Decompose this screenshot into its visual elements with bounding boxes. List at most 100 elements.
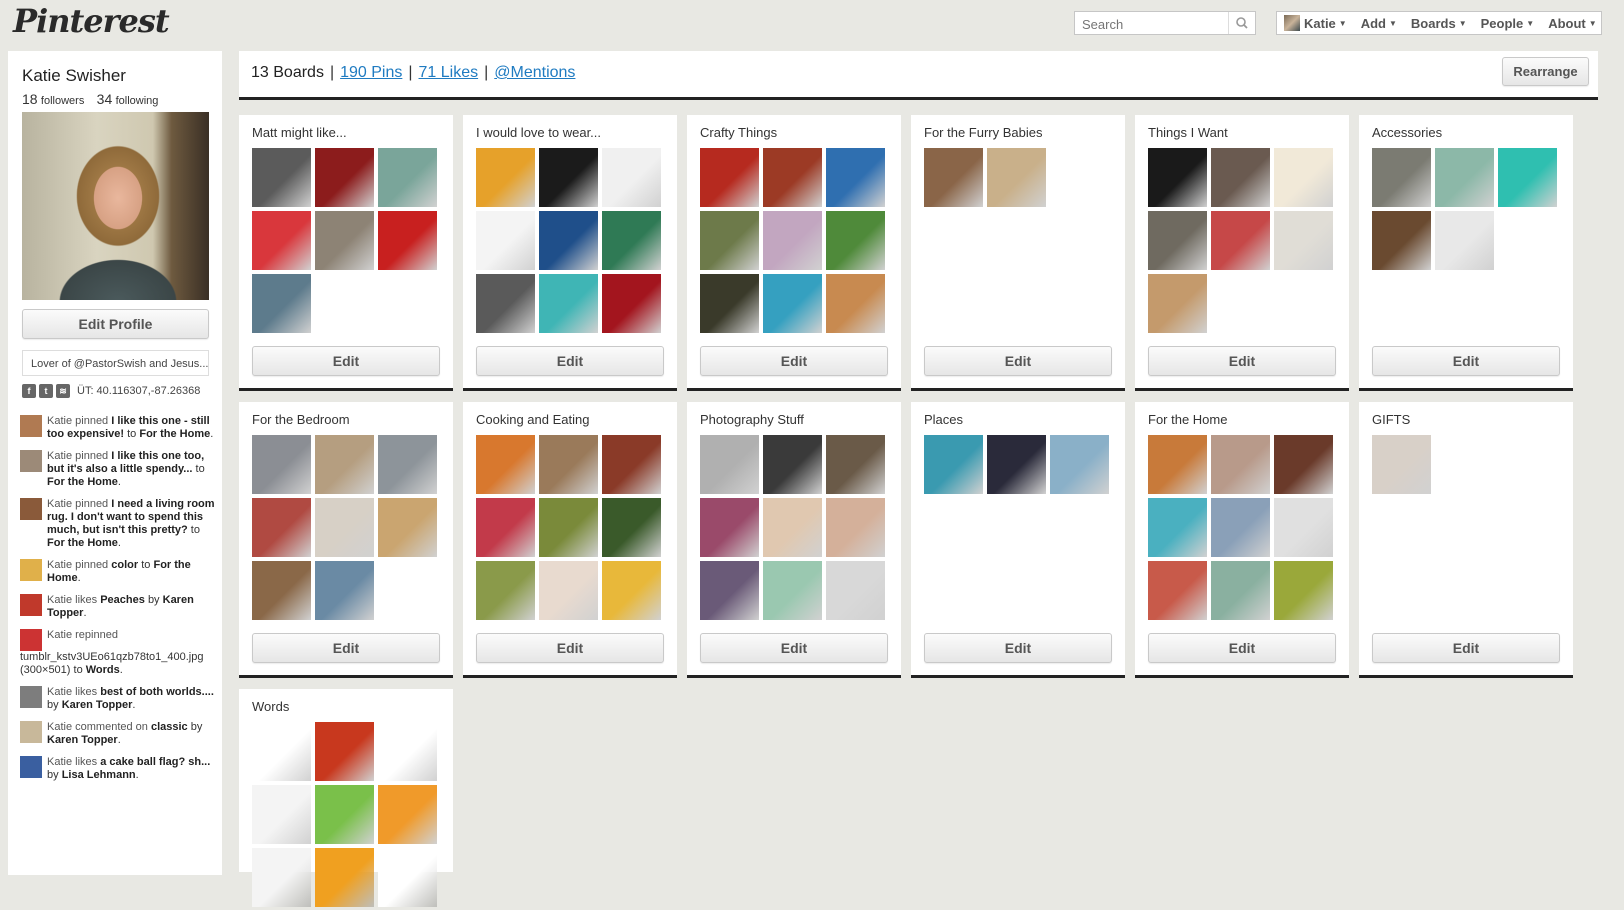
pin-thumbnail[interactable] (1211, 435, 1270, 494)
board-title[interactable]: Matt might like... (252, 125, 347, 140)
edit-board-button[interactable]: Edit (476, 346, 664, 376)
activity-pin-link[interactable]: I need a living room rug. I don't want t… (47, 498, 215, 536)
pin-thumbnail[interactable] (252, 274, 311, 333)
activity-pin-link[interactable]: best of both worlds.... (100, 686, 214, 698)
pin-thumbnail[interactable] (252, 561, 311, 620)
pin-thumbnail[interactable] (315, 148, 374, 207)
activity-user[interactable]: Katie (47, 415, 72, 427)
pin-thumbnail[interactable] (1274, 211, 1333, 270)
board-title[interactable]: Photography Stuff (700, 412, 804, 427)
activity-target-link[interactable]: Karen Topper (47, 734, 118, 746)
activity-user[interactable]: Katie (47, 450, 72, 462)
pin-thumbnail[interactable] (252, 722, 311, 781)
pin-thumbnail[interactable] (252, 785, 311, 844)
pin-thumbnail[interactable] (378, 435, 437, 494)
pin-thumbnail[interactable] (602, 211, 661, 270)
pin-thumbnail[interactable] (252, 211, 311, 270)
pinterest-logo[interactable]: Pinterest (13, 2, 170, 40)
activity-target-link[interactable]: Karen Topper (62, 699, 133, 711)
edit-board-button[interactable]: Edit (924, 633, 1112, 663)
activity-user[interactable]: Katie (47, 721, 72, 733)
pin-thumbnail[interactable] (763, 148, 822, 207)
pin-thumbnail[interactable] (315, 848, 374, 907)
activity-pin-link[interactable]: classic (151, 721, 188, 733)
board-card[interactable]: Words (239, 689, 453, 907)
board-title[interactable]: For the Bedroom (252, 412, 350, 427)
activity-thumbnail[interactable] (20, 721, 42, 743)
rearrange-button[interactable]: Rearrange (1502, 57, 1589, 86)
pin-thumbnail[interactable] (1372, 211, 1431, 270)
followers-count[interactable]: 18 (22, 91, 38, 107)
pin-thumbnail[interactable] (763, 274, 822, 333)
board-card[interactable]: GIFTS Edit (1359, 402, 1573, 678)
edit-board-button[interactable]: Edit (1372, 346, 1560, 376)
pin-thumbnail[interactable] (476, 148, 535, 207)
board-card[interactable]: Cooking and Eating Edit (463, 402, 677, 678)
pin-thumbnail[interactable] (826, 211, 885, 270)
pin-thumbnail[interactable] (602, 148, 661, 207)
mentions-link[interactable]: @Mentions (494, 64, 575, 81)
pin-thumbnail[interactable] (987, 148, 1046, 207)
board-title[interactable]: Things I Want (1148, 125, 1228, 140)
board-title[interactable]: Accessories (1372, 125, 1442, 140)
activity-target-link[interactable]: For the Home (47, 537, 118, 549)
edit-board-button[interactable]: Edit (252, 346, 440, 376)
board-thumbnails[interactable] (252, 722, 438, 910)
activity-thumbnail[interactable] (20, 629, 42, 651)
pin-thumbnail[interactable] (763, 561, 822, 620)
pin-thumbnail[interactable] (1274, 435, 1333, 494)
edit-board-button[interactable]: Edit (1148, 633, 1336, 663)
activity-user[interactable]: Katie (47, 629, 72, 641)
likes-link[interactable]: 71 Likes (419, 64, 479, 81)
activity-target-link[interactable]: For the Home (139, 428, 210, 440)
pin-thumbnail[interactable] (476, 274, 535, 333)
pin-thumbnail[interactable] (700, 435, 759, 494)
activity-user[interactable]: Katie (47, 559, 72, 571)
activity-pin-link[interactable]: color (111, 559, 138, 571)
pin-thumbnail[interactable] (315, 561, 374, 620)
board-title[interactable]: GIFTS (1372, 412, 1410, 427)
board-thumbnails[interactable] (252, 148, 438, 336)
board-thumbnails[interactable] (700, 148, 886, 336)
pin-thumbnail[interactable] (826, 561, 885, 620)
pin-thumbnail[interactable] (602, 435, 661, 494)
profile-name[interactable]: Katie Swisher (22, 66, 126, 86)
edit-board-button[interactable]: Edit (252, 633, 440, 663)
pin-thumbnail[interactable] (602, 561, 661, 620)
edit-board-button[interactable]: Edit (1372, 633, 1560, 663)
pin-thumbnail[interactable] (476, 498, 535, 557)
pins-link[interactable]: 190 Pins (340, 64, 402, 81)
edit-board-button[interactable]: Edit (700, 346, 888, 376)
pin-thumbnail[interactable] (1372, 435, 1431, 494)
activity-thumbnail[interactable] (20, 756, 42, 778)
board-card[interactable]: Accessories Edit (1359, 115, 1573, 391)
board-card[interactable]: For the Home Edit (1135, 402, 1349, 678)
profile-photo[interactable] (22, 112, 209, 300)
edit-board-button[interactable]: Edit (1148, 346, 1336, 376)
pin-thumbnail[interactable] (1148, 211, 1207, 270)
pin-thumbnail[interactable] (763, 435, 822, 494)
pin-thumbnail[interactable] (476, 435, 535, 494)
pin-thumbnail[interactable] (539, 274, 598, 333)
pin-thumbnail[interactable] (826, 435, 885, 494)
pin-thumbnail[interactable] (602, 498, 661, 557)
pin-thumbnail[interactable] (1211, 211, 1270, 270)
edit-board-button[interactable]: Edit (700, 633, 888, 663)
pin-thumbnail[interactable] (602, 274, 661, 333)
nav-boards-menu[interactable]: Boards ▼ (1404, 16, 1474, 31)
pin-thumbnail[interactable] (539, 148, 598, 207)
search-icon[interactable] (1228, 12, 1255, 34)
board-title[interactable]: For the Home (1148, 412, 1227, 427)
pin-thumbnail[interactable] (924, 148, 983, 207)
board-thumbnails[interactable] (924, 435, 1110, 623)
pin-thumbnail[interactable] (700, 561, 759, 620)
board-thumbnails[interactable] (700, 435, 886, 623)
activity-target-link[interactable]: Words (86, 664, 120, 676)
nav-user-menu[interactable]: Katie ▼ (1277, 15, 1354, 31)
board-title[interactable]: Crafty Things (700, 125, 777, 140)
activity-thumbnail[interactable] (20, 415, 42, 437)
board-card[interactable]: Places Edit (911, 402, 1125, 678)
pin-thumbnail[interactable] (1211, 498, 1270, 557)
board-card[interactable]: Things I Want Edit (1135, 115, 1349, 391)
pin-thumbnail[interactable] (763, 498, 822, 557)
